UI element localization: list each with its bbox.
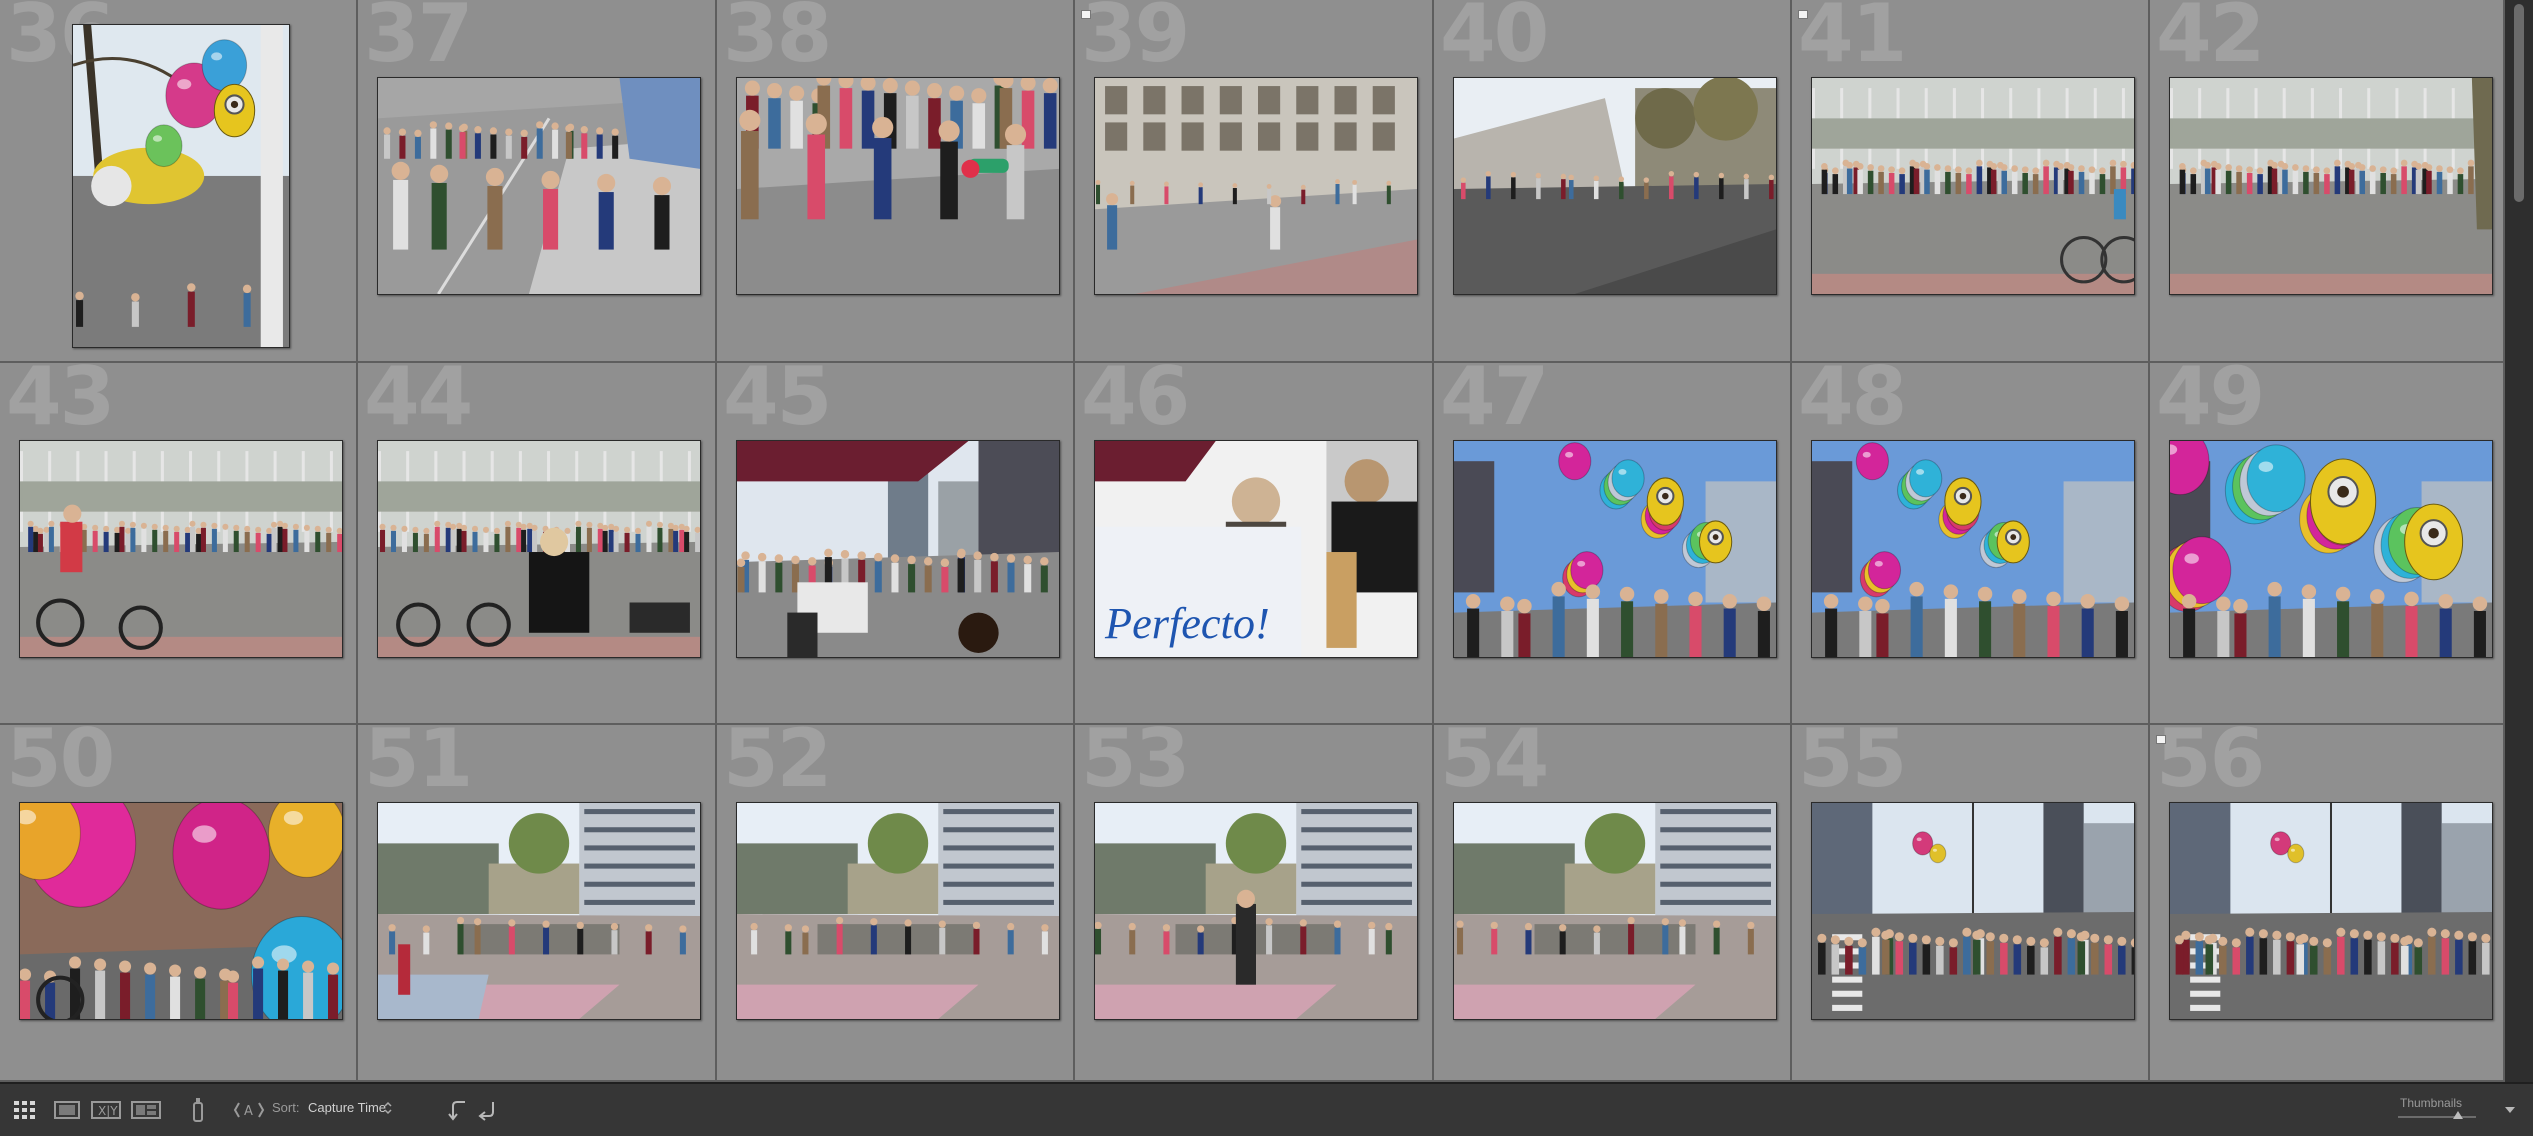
grid-cell[interactable]: 37 [358, 0, 717, 363]
cell-index-number: 47 [1440, 363, 1549, 443]
photo-thumbnail[interactable] [1094, 77, 1418, 295]
chevron-down-icon[interactable] [2500, 1100, 2520, 1120]
rotate-right-icon[interactable] [476, 1096, 500, 1124]
svg-text:X|Y: X|Y [98, 1104, 118, 1118]
flag-badge-icon[interactable] [2156, 735, 2166, 744]
rotate-icon[interactable]: A [232, 1098, 266, 1122]
photo-thumbnail[interactable] [1811, 802, 2135, 1020]
photo-thumbnail[interactable] [377, 77, 701, 295]
grid-cell[interactable]: 45 [717, 363, 1075, 725]
cell-index-number: 53 [1081, 725, 1190, 805]
photo-thumbnail[interactable] [377, 802, 701, 1020]
photo-thumbnail[interactable] [19, 440, 343, 658]
cell-index-number: 44 [364, 363, 473, 443]
thumbnail-grid: 36 37 38 39 40 41 42 43 44 45 46 Perfecto! 47 48 49 50 5… [0, 0, 2505, 1082]
cell-index-number: 49 [2156, 363, 2265, 443]
cell-index-number: 50 [6, 725, 115, 805]
svg-text:A: A [244, 1104, 253, 1119]
photo-thumbnail[interactable] [377, 440, 701, 658]
grid-cell[interactable]: 47 [1434, 363, 1792, 725]
grid-cell[interactable]: 51 [358, 725, 717, 1082]
loupe-view-icon[interactable] [52, 1098, 82, 1122]
scrollbar-thumb[interactable] [2514, 4, 2524, 202]
cell-index-number: 56 [2156, 725, 2265, 805]
spray-can-icon[interactable] [188, 1096, 208, 1124]
photo-thumbnail[interactable] [2169, 440, 2493, 658]
grid-cell[interactable]: 52 [717, 725, 1075, 1082]
photo-thumbnail[interactable]: Perfecto! [1094, 440, 1418, 658]
photo-thumbnail[interactable] [1811, 77, 2135, 295]
cell-index-number: 55 [1798, 725, 1907, 805]
rotate-left-icon[interactable] [446, 1096, 470, 1124]
bottom-toolbar: X|Y A Sort: Capture Time Thumbnails [0, 1082, 2533, 1136]
cell-index-number: 39 [1081, 0, 1190, 80]
photo-thumbnail[interactable] [1094, 802, 1418, 1020]
grid-cell[interactable]: 56 [2150, 725, 2505, 1082]
sort-label: Sort: [272, 1100, 300, 1115]
cell-index-number: 46 [1081, 363, 1190, 443]
flag-badge-icon[interactable] [1081, 10, 1091, 19]
grid-cell[interactable]: 42 [2150, 0, 2505, 363]
grid-cell[interactable]: 50 [0, 725, 358, 1082]
photo-thumbnail[interactable] [736, 440, 1060, 658]
photo-thumbnail[interactable] [2169, 802, 2493, 1020]
photo-thumbnail[interactable] [736, 802, 1060, 1020]
photo-thumbnail[interactable] [1811, 440, 2135, 658]
cell-index-number: 42 [2156, 0, 2265, 80]
sort-dropdown[interactable]: Capture Time [308, 1100, 386, 1115]
survey-view-icon[interactable] [130, 1098, 162, 1122]
cell-index-number: 41 [1798, 0, 1907, 80]
photo-thumbnail[interactable] [736, 77, 1060, 295]
cell-index-number: 40 [1440, 0, 1549, 80]
grid-cell[interactable]: 46 Perfecto! [1075, 363, 1434, 725]
grid-cell[interactable]: 36 [0, 0, 358, 363]
grid-cell[interactable]: 54 [1434, 725, 1792, 1082]
grid-cell[interactable]: 38 [717, 0, 1075, 363]
grid-cell[interactable]: 55 [1792, 725, 2150, 1082]
thumbnail-size-slider[interactable] [2398, 1116, 2476, 1118]
grid-cell[interactable]: 48 [1792, 363, 2150, 725]
cell-index-number: 52 [723, 725, 832, 805]
svg-text:Perfecto!: Perfecto! [1104, 598, 1270, 648]
slider-handle[interactable] [2453, 1111, 2463, 1119]
flag-badge-icon[interactable] [1798, 10, 1808, 19]
cell-index-number: 51 [364, 725, 473, 805]
grid-cell[interactable]: 39 [1075, 0, 1434, 363]
grid-cell[interactable]: 53 [1075, 725, 1434, 1082]
cell-index-number: 43 [6, 363, 115, 443]
cell-index-number: 48 [1798, 363, 1907, 443]
cell-index-number: 38 [723, 0, 832, 80]
grid-cell[interactable]: 43 [0, 363, 358, 725]
photo-thumbnail[interactable] [72, 24, 290, 348]
grid-cell[interactable]: 40 [1434, 0, 1792, 363]
photo-thumbnail[interactable] [1453, 77, 1777, 295]
compare-view-icon[interactable]: X|Y [90, 1098, 122, 1122]
photo-thumbnail[interactable] [19, 802, 343, 1020]
grid-cell[interactable]: 44 [358, 363, 717, 725]
vertical-scrollbar[interactable] [2505, 0, 2533, 1082]
grid-cell[interactable]: 41 [1792, 0, 2150, 363]
photo-thumbnail[interactable] [2169, 77, 2493, 295]
photo-thumbnail[interactable] [1453, 440, 1777, 658]
cell-index-number: 54 [1440, 725, 1549, 805]
cell-index-number: 37 [364, 0, 473, 80]
sort-chevron-icon[interactable] [382, 1100, 394, 1116]
cell-index-number: 45 [723, 363, 832, 443]
grid-view-icon[interactable] [12, 1098, 38, 1122]
thumbnails-label: Thumbnails [2400, 1096, 2463, 1110]
grid-cell[interactable]: 49 [2150, 363, 2505, 725]
photo-thumbnail[interactable] [1453, 802, 1777, 1020]
